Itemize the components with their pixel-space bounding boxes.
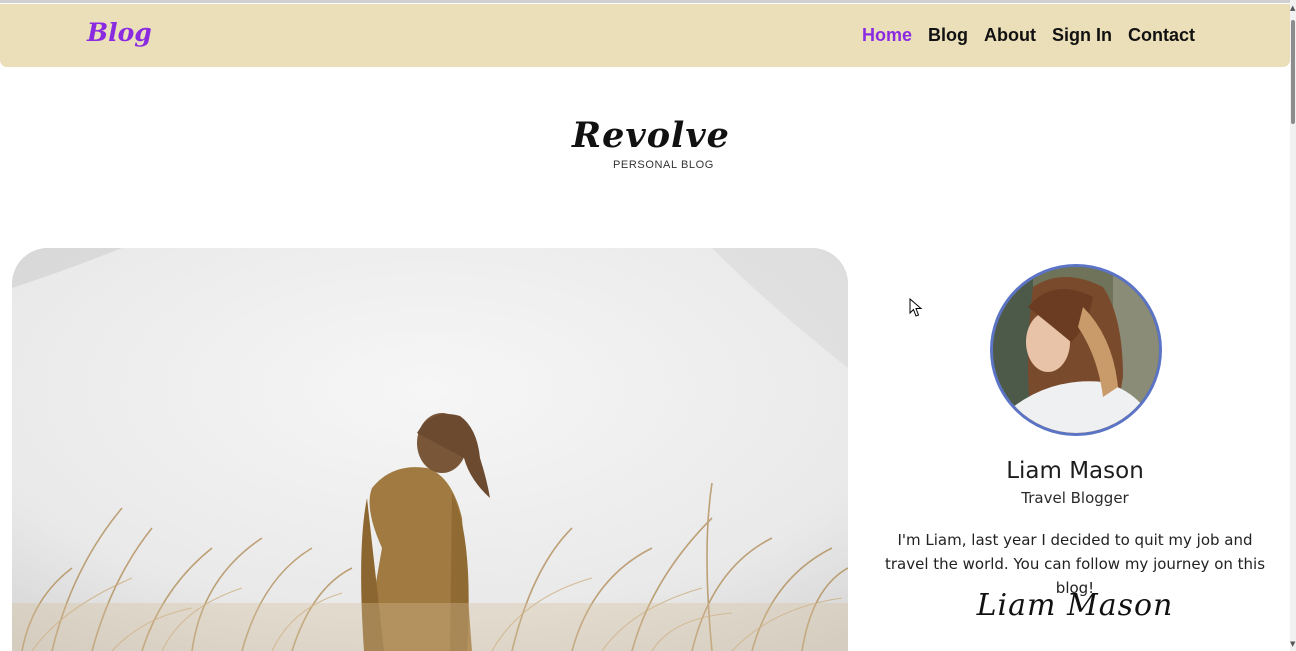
navbar: Blog Home Blog About Sign In Contact — [0, 4, 1290, 67]
author-name: Liam Mason — [1006, 458, 1144, 484]
nav-link-contact[interactable]: Contact — [1128, 25, 1195, 46]
author-signature: Liam Mason — [976, 588, 1174, 623]
site-logo[interactable]: Revolve PERSONAL BLOG — [572, 115, 729, 175]
nav-links: Home Blog About Sign In Contact — [862, 25, 1195, 46]
nav-link-about[interactable]: About — [984, 25, 1036, 46]
scroll-up-arrow-icon[interactable]: ▲ — [1290, 4, 1295, 12]
logo-wordmark: Revolve — [572, 115, 730, 156]
author-avatar[interactable] — [990, 264, 1162, 436]
author-sidebar: Liam Mason Travel Blogger I'm Liam, last… — [862, 248, 1288, 651]
cursor-arrow-icon — [909, 297, 923, 322]
window-top-border — [0, 0, 1296, 3]
featured-image[interactable] — [12, 248, 848, 651]
scrollbar-thumb[interactable] — [1291, 20, 1295, 124]
author-role: Travel Blogger — [1021, 489, 1129, 507]
nav-link-blog[interactable]: Blog — [928, 25, 968, 46]
nav-link-sign-in[interactable]: Sign In — [1052, 25, 1112, 46]
logo-tagline: PERSONAL BLOG — [613, 159, 714, 171]
brand-link[interactable]: Blog — [87, 18, 152, 47]
scroll-down-arrow-icon[interactable]: ▼ — [1290, 640, 1295, 648]
nav-link-home[interactable]: Home — [862, 25, 912, 46]
